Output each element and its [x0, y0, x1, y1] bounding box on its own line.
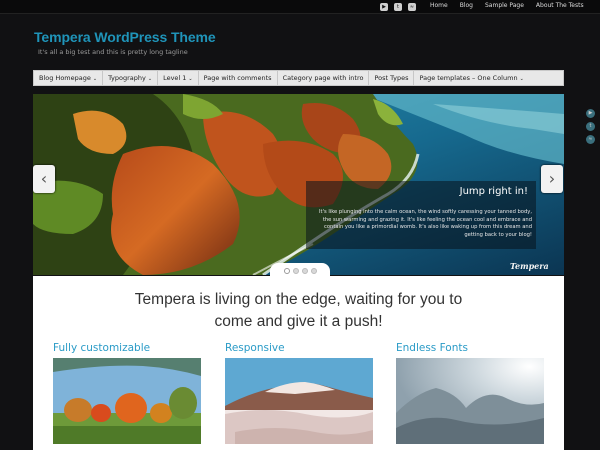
column-image-misty-mountains[interactable] [396, 358, 544, 444]
chevron-down-icon: ⌄ [519, 76, 524, 82]
slide-caption-title: Jump right in! [459, 186, 528, 197]
social-links: ▶ t ≈ [380, 3, 416, 11]
top-link-sample-page[interactable]: Sample Page [485, 2, 524, 9]
column-title-responsive[interactable]: Responsive [225, 342, 285, 354]
autumn-trees-illustration [53, 358, 201, 444]
slider-dot-3[interactable] [301, 268, 308, 274]
top-link-home[interactable]: Home [430, 2, 448, 9]
nav-item-label: Post Types [374, 74, 409, 82]
youtube-icon[interactable]: ▶ [586, 109, 595, 118]
slider-dot-2[interactable] [292, 268, 299, 274]
nav-item-label: Page with comments [203, 74, 272, 82]
slider-dot-1[interactable] [283, 268, 290, 274]
presentation-content: Tempera is living on the edge, waiting f… [33, 276, 564, 450]
nav-item-label: Category page with intro [282, 74, 364, 82]
headline-line-1: Tempera is living on the edge, waiting f… [134, 291, 463, 308]
nav-item-page-templates[interactable]: Page templates – One Column ⌄ [414, 71, 528, 85]
top-navigation: Home Blog Sample Page About The Tests [430, 2, 584, 9]
twitter-icon[interactable]: t [586, 122, 595, 131]
top-link-blog[interactable]: Blog [460, 2, 473, 9]
column-image-autumn-trees[interactable] [53, 358, 201, 444]
misty-mountains-illustration [396, 358, 544, 444]
slide-caption: Jump right in! It's like plunging into t… [306, 181, 536, 249]
column-title-endless-fonts[interactable]: Endless Fonts [396, 342, 468, 354]
nav-item-post-types[interactable]: Post Types [369, 71, 415, 85]
slider-pagination [270, 263, 330, 277]
headline-line-2: come and give it a push! [214, 313, 383, 330]
nav-item-label: Typography [108, 74, 146, 82]
twitter-icon[interactable]: t [394, 3, 402, 11]
nav-item-page-with-comments[interactable]: Page with comments [199, 71, 278, 85]
slide-caption-text: It's like plunging into the calm ocean, … [319, 209, 532, 238]
slider-prev-button[interactable]: ‹ [33, 165, 55, 193]
nav-item-category-page-with-intro[interactable]: Category page with intro [278, 71, 370, 85]
rss-icon[interactable]: ≈ [408, 3, 416, 11]
nav-item-label: Page templates – One Column [419, 74, 518, 82]
nav-item-level-1[interactable]: Level 1 ⌄ [158, 71, 199, 85]
site-tagline: It's all a big test and this is pretty l… [38, 48, 188, 56]
slider-dot-4[interactable] [310, 268, 317, 274]
chevron-down-icon: ⌄ [92, 76, 98, 82]
column-image-mountain-clouds[interactable] [225, 358, 373, 444]
column-title-fully-customizable[interactable]: Fully customizable [53, 342, 150, 354]
nav-item-label: Level 1 [163, 74, 187, 82]
nav-item-label: Blog Homepage [39, 74, 91, 82]
main-navigation: Blog Homepage ⌄ Typography ⌄ Level 1 ⌄ Page… [33, 70, 564, 86]
top-link-about-the-tests[interactable]: About The Tests [536, 2, 584, 9]
slide-watermark: Tempera [510, 261, 549, 271]
site-title[interactable]: Tempera WordPress Theme [34, 29, 216, 45]
chevron-down-icon: ⌄ [147, 76, 153, 82]
nav-item-blog-homepage[interactable]: Blog Homepage ⌄ [34, 71, 104, 85]
slider-next-button[interactable]: › [541, 165, 563, 193]
side-social-icons: ▶ t ≈ [586, 109, 595, 144]
page-headline: Tempera is living on the edge, waiting f… [33, 289, 564, 333]
youtube-icon[interactable]: ▶ [380, 3, 388, 11]
rss-icon[interactable]: ≈ [586, 135, 595, 144]
mountain-clouds-illustration [225, 358, 373, 444]
nav-item-typography[interactable]: Typography ⌄ [103, 71, 159, 85]
chevron-down-icon: ⌄ [188, 76, 193, 82]
top-bar: ▶ t ≈ Home Blog Sample Page About The Te… [0, 0, 600, 14]
